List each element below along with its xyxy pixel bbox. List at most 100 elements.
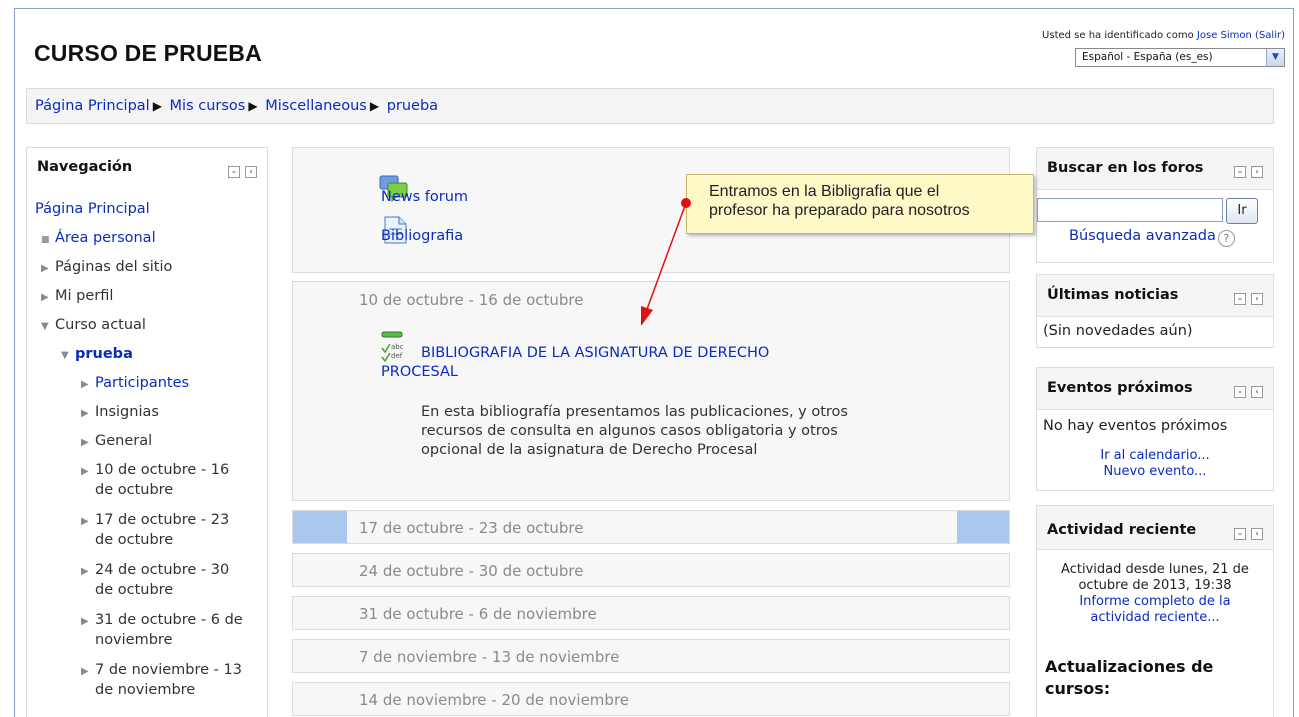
block-controls: – ‹	[223, 162, 257, 178]
expand-arrow-icon: ▶	[41, 263, 49, 274]
nav-item-week-5[interactable]: ▶ 7 de noviembre - 13 de noviembre	[81, 661, 242, 699]
breadcrumb: Página Principal ▶ Mis cursos ▶ Miscellane…	[26, 88, 1274, 124]
section-title: 10 de octubre - 16 de octubre	[359, 291, 584, 309]
help-icon[interactable]: ?	[1217, 230, 1235, 247]
course-updates-heading: Actualizaciones de cursos:	[1045, 656, 1213, 700]
collapse-icon[interactable]: –	[1234, 528, 1246, 540]
nav-item-area-personal[interactable]: ■ Área personal	[41, 229, 156, 249]
recent-since-line: octubre de 2013, 19:38	[1078, 578, 1232, 593]
nav-home-link[interactable]: Página Principal	[35, 200, 150, 218]
new-event-link[interactable]: Nuevo evento...	[1104, 464, 1207, 479]
nav-item-week-1[interactable]: ▶ 10 de octubre - 16 de octubre	[81, 461, 229, 499]
nav-item-label[interactable]: prueba	[75, 346, 133, 362]
breadcrumb-home[interactable]: Página Principal	[35, 98, 150, 114]
callout-line: profesor ha preparado para nosotros	[709, 202, 970, 219]
dock-icon[interactable]: ‹	[1251, 386, 1263, 398]
breadcrumb-course[interactable]: prueba	[387, 98, 438, 114]
collapse-arrow-icon: ▼	[61, 350, 69, 361]
expand-arrow-icon: ▶	[81, 616, 89, 627]
breadcrumb-separator-icon: ▶	[152, 99, 162, 113]
block-controls: – ‹	[1229, 162, 1263, 178]
collapse-icon[interactable]: –	[1234, 293, 1246, 305]
expand-arrow-icon: ▶	[81, 437, 89, 448]
events-links: Ir al calendario... Nuevo evento...	[1037, 448, 1273, 480]
advanced-search-link[interactable]: Búsqueda avanzada	[1069, 228, 1216, 244]
collapse-arrow-icon: ▼	[41, 321, 49, 332]
activity-bibliografia[interactable]: Bibliografia	[381, 228, 463, 244]
language-select[interactable]: Español - España (es_es) ▼	[1075, 48, 1285, 67]
dock-icon[interactable]: ‹	[1251, 528, 1263, 540]
site-title: CURSO DE PRUEBA	[34, 40, 262, 66]
nav-item-label-cont: de octubre	[95, 582, 174, 598]
nav-item-badges[interactable]: ▶ Insignias	[81, 403, 159, 423]
dock-icon[interactable]: ‹	[245, 166, 257, 178]
nav-item-current-course[interactable]: ▼ Curso actual	[41, 316, 146, 336]
calendar-link[interactable]: Ir al calendario...	[1100, 448, 1209, 463]
logout-link[interactable]: (Salir)	[1255, 30, 1285, 41]
nav-item-profile[interactable]: ▶ Mi perfil	[41, 287, 113, 307]
glossary-icon: abc def	[381, 331, 404, 363]
collapse-icon[interactable]: –	[1234, 166, 1246, 178]
expand-arrow-icon: ▶	[41, 292, 49, 303]
breadcrumb-category[interactable]: Miscellaneous	[265, 98, 367, 114]
nav-item-label: General	[95, 433, 153, 449]
glossary-link[interactable]: BIBLIOGRAFIA DE LA ASIGNATURA DE DERECHO	[421, 345, 769, 361]
nav-item-week-3[interactable]: ▶ 24 de octubre - 30 de octubre	[81, 561, 229, 599]
dock-icon[interactable]: ‹	[1251, 293, 1263, 305]
dock-icon[interactable]: ‹	[1251, 166, 1263, 178]
full-report-link-cont[interactable]: actividad reciente...	[1090, 610, 1219, 625]
course-section-week-6[interactable]: 14 de noviembre - 20 de noviembre	[292, 682, 1010, 716]
full-report-link[interactable]: Informe completo de la	[1079, 594, 1230, 609]
nav-item-site-pages[interactable]: ▶ Páginas del sitio	[41, 258, 172, 278]
expand-arrow-icon: ▶	[81, 379, 89, 390]
events-body: No hay eventos próximos	[1043, 418, 1228, 434]
glossary-link-cont[interactable]: PROCESAL	[381, 364, 458, 380]
nav-item-label-cont: de octubre	[95, 532, 174, 548]
search-button[interactable]: Ir	[1226, 198, 1258, 224]
nav-item-week-2[interactable]: ▶ 17 de octubre - 23 de octubre	[81, 511, 229, 549]
expand-arrow-icon: ▶	[81, 516, 89, 527]
course-updates-line: Actualizaciones de	[1045, 657, 1214, 676]
bullet-icon: ■	[41, 235, 50, 245]
block-controls: – ‹	[1229, 289, 1263, 305]
svg-text:abc: abc	[391, 343, 404, 351]
events-block-title: Eventos próximos	[1047, 380, 1193, 396]
block-controls: – ‹	[1229, 382, 1263, 398]
search-input[interactable]	[1037, 198, 1223, 222]
annotation-callout: Entramos en la Bibligrafia que el profes…	[686, 174, 1034, 234]
navigation-block-header: Navegación – ‹	[27, 148, 267, 190]
nav-item-course-prueba[interactable]: ▼ prueba	[61, 345, 133, 365]
course-section-week-4[interactable]: 31 de octubre - 6 de noviembre	[292, 596, 1010, 630]
navigation-block: Navegación – ‹ Página Principal ■ Área per…	[26, 147, 268, 717]
nav-item-label-cont: de noviembre	[95, 682, 196, 698]
nav-item-label[interactable]: Participantes	[95, 375, 189, 391]
nav-item-participants[interactable]: ▶ Participantes	[81, 374, 189, 394]
search-block-title: Buscar en los foros	[1047, 160, 1204, 176]
nav-item-week-4[interactable]: ▶ 31 de octubre - 6 de noviembre	[81, 611, 243, 649]
course-section-week-1: 10 de octubre - 16 de octubre abc def BI…	[292, 281, 1010, 501]
section-title: 31 de octubre - 6 de noviembre	[359, 605, 597, 623]
nav-item-label[interactable]: Área personal	[55, 230, 156, 246]
breadcrumb-my-courses[interactable]: Mis cursos	[170, 98, 246, 114]
section-highlight-right	[957, 511, 1009, 543]
collapse-icon[interactable]: –	[1234, 386, 1246, 398]
expand-arrow-icon: ▶	[81, 666, 89, 677]
nav-item-label: 10 de octubre - 16	[95, 462, 230, 478]
section-title: 17 de octubre - 23 de octubre	[359, 519, 584, 537]
nav-item-general[interactable]: ▶ General	[81, 432, 152, 452]
chevron-down-icon[interactable]: ▼	[1266, 49, 1284, 66]
collapse-icon[interactable]: –	[228, 166, 240, 178]
nav-item-label: Mi perfil	[55, 288, 114, 304]
course-section-week-3[interactable]: 24 de octubre - 30 de octubre	[292, 553, 1010, 587]
glossary-description-line: opcional de la asignatura de Derecho Pro…	[421, 442, 758, 458]
course-section-week-5[interactable]: 7 de noviembre - 13 de noviembre	[292, 639, 1010, 673]
expand-arrow-icon: ▶	[81, 408, 89, 419]
activity-news-forum[interactable]: News forum	[381, 189, 468, 205]
advanced-search: Búsqueda avanzada?	[1069, 228, 1235, 247]
upcoming-events-block: Eventos próximos – ‹ No hay eventos próxi…	[1036, 367, 1274, 491]
breadcrumb-separator-icon: ▶	[248, 99, 258, 113]
user-link[interactable]: Jose Simon	[1197, 30, 1252, 41]
nav-item-label-cont: noviembre	[95, 632, 173, 648]
section-title: 7 de noviembre - 13 de noviembre	[359, 648, 620, 666]
course-section-week-2[interactable]: 17 de octubre - 23 de octubre	[292, 510, 1010, 544]
